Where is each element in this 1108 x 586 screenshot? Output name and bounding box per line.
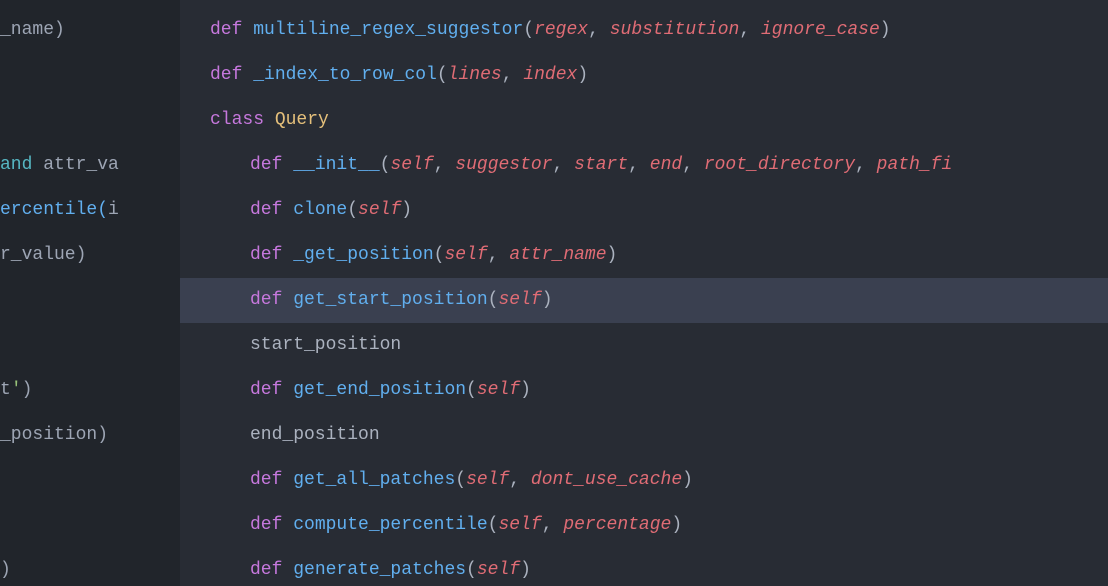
function-name: generate_patches xyxy=(293,556,466,585)
outline-item[interactable]: end_position xyxy=(180,413,1108,458)
param-self: self xyxy=(466,466,509,495)
outline-item[interactable]: def multiline_regex_suggestor(regex, sub… xyxy=(180,8,1108,53)
code-line[interactable]: _position) xyxy=(0,413,180,458)
param-self: self xyxy=(498,286,541,315)
code-line[interactable] xyxy=(0,323,180,368)
outline-item[interactable]: def _get_position(self, attr_name) xyxy=(180,233,1108,278)
param: lines xyxy=(448,61,502,90)
param: start xyxy=(574,151,628,180)
class-name: Query xyxy=(275,106,329,135)
function-name: get_end_position xyxy=(293,376,466,405)
function-name: get_all_patches xyxy=(293,466,455,495)
keyword-def: def xyxy=(250,286,282,315)
paren-close: ) xyxy=(0,556,11,585)
outline-item[interactable]: def generate_patches(self) xyxy=(180,548,1108,586)
param: regex xyxy=(534,16,588,45)
function-name: _get_position xyxy=(293,241,433,270)
param: path_fi xyxy=(877,151,953,180)
outline-panel: def multiline_regex_suggestor(regex, sub… xyxy=(180,0,1108,586)
outline-item[interactable]: start_position xyxy=(180,323,1108,368)
identifier: _position xyxy=(0,421,97,450)
param: percentage xyxy=(563,511,671,540)
identifier: end_position xyxy=(250,421,380,450)
keyword-def: def xyxy=(250,196,282,225)
outline-item[interactable]: def clone(self) xyxy=(180,188,1108,233)
identifier: attr_va xyxy=(43,151,119,180)
paren-close: ) xyxy=(76,241,87,270)
editor-left-panel: _name) and attr_va ercentile(i r_value) … xyxy=(0,0,180,586)
code-line[interactable]: _name) xyxy=(0,8,180,53)
function-name: compute_percentile xyxy=(293,511,487,540)
code-line[interactable] xyxy=(0,98,180,143)
string-quote: ' xyxy=(11,376,22,405)
outline-item[interactable]: def __init__(self, suggestor, start, end… xyxy=(180,143,1108,188)
code-line[interactable]: ercentile(i xyxy=(0,188,180,233)
code-line[interactable]: r_value) xyxy=(0,233,180,278)
code-line[interactable]: t') xyxy=(0,368,180,413)
outline-item[interactable]: def _index_to_row_col(lines, index) xyxy=(180,53,1108,98)
outline-item[interactable]: def compute_percentile(self, percentage) xyxy=(180,503,1108,548)
param-self: self xyxy=(477,376,520,405)
param: root_directory xyxy=(704,151,855,180)
keyword-class: class xyxy=(210,106,264,135)
param-self: self xyxy=(498,511,541,540)
keyword-def: def xyxy=(250,376,282,405)
function-name: clone xyxy=(293,196,347,225)
paren-close: ) xyxy=(22,376,33,405)
paren-close: ) xyxy=(97,421,108,450)
outline-item[interactable]: def get_all_patches(self, dont_use_cache… xyxy=(180,458,1108,503)
function-name: get_start_position xyxy=(293,286,487,315)
function-name: multiline_regex_suggestor xyxy=(253,16,523,45)
code-line[interactable]: ) xyxy=(0,548,180,586)
param: end xyxy=(650,151,682,180)
param-self: self xyxy=(390,151,433,180)
identifier: i xyxy=(108,196,119,225)
paren-close: ) xyxy=(54,16,65,45)
function-call: ercentile( xyxy=(0,196,108,225)
function-name: _index_to_row_col xyxy=(253,61,437,90)
keyword-def: def xyxy=(250,466,282,495)
param-self: self xyxy=(444,241,487,270)
keyword-def: def xyxy=(250,511,282,540)
keyword-def: def xyxy=(250,556,282,585)
outline-item[interactable]: def get_end_position(self) xyxy=(180,368,1108,413)
keyword-def: def xyxy=(250,241,282,270)
code-line[interactable] xyxy=(0,458,180,503)
keyword-def: def xyxy=(250,151,282,180)
param: substitution xyxy=(610,16,740,45)
outline-item-selected[interactable]: def get_start_position(self) xyxy=(180,278,1108,323)
code-line[interactable] xyxy=(0,278,180,323)
identifier: _name xyxy=(0,16,54,45)
param: dont_use_cache xyxy=(531,466,682,495)
identifier: t xyxy=(0,376,11,405)
code-line[interactable]: and attr_va xyxy=(0,143,180,188)
param: index xyxy=(523,61,577,90)
param-self: self xyxy=(477,556,520,585)
outline-item[interactable]: class Query xyxy=(180,98,1108,143)
function-name: __init__ xyxy=(293,151,379,180)
identifier: r_value xyxy=(0,241,76,270)
param: attr_name xyxy=(509,241,606,270)
code-line[interactable] xyxy=(0,53,180,98)
param: ignore_case xyxy=(761,16,880,45)
keyword-def: def xyxy=(210,16,242,45)
keyword-def: def xyxy=(210,61,242,90)
code-line[interactable] xyxy=(0,503,180,548)
operator-and: and xyxy=(0,151,32,180)
param: suggestor xyxy=(455,151,552,180)
param-self: self xyxy=(358,196,401,225)
identifier: start_position xyxy=(250,331,401,360)
